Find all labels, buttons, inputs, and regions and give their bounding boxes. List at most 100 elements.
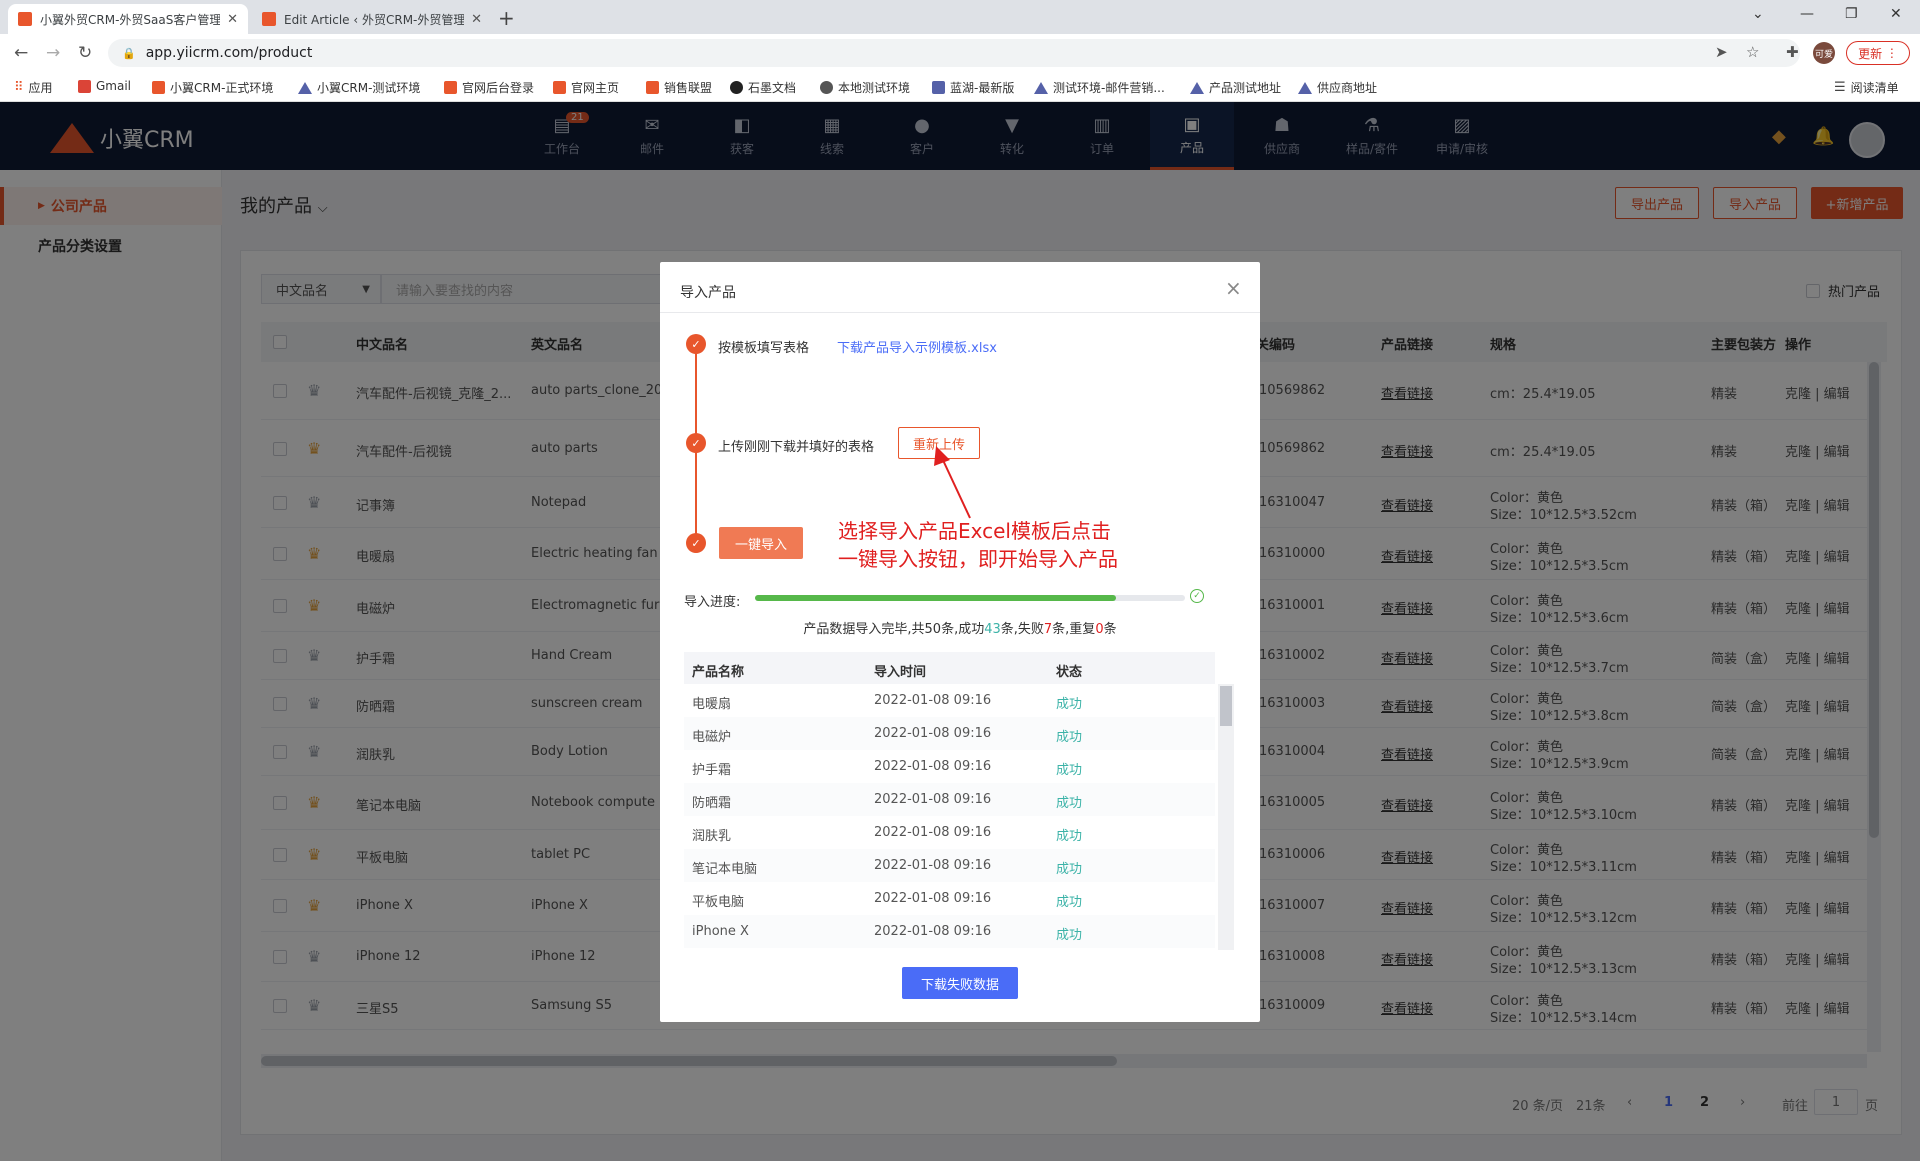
close-icon[interactable]: ✕ <box>471 12 482 27</box>
product-name-cell: iPhone X <box>692 924 749 939</box>
bookmark-item[interactable]: 小翼CRM-正式环境 <box>152 79 273 96</box>
globe-icon <box>820 81 833 94</box>
crm-favicon-icon <box>444 81 457 94</box>
gmail-icon <box>78 79 91 93</box>
bookmark-label: 蓝湖-最新版 <box>950 81 1015 95</box>
bookmark-gmail[interactable]: Gmail <box>78 79 131 93</box>
bookmark-item[interactable]: 销售联盟 <box>646 79 712 96</box>
bookmark-item[interactable]: 官网主页 <box>553 79 619 96</box>
triangle-icon <box>1298 81 1312 94</box>
divider <box>660 312 1260 313</box>
lock-icon: 🔒 <box>122 46 136 60</box>
download-template-link[interactable]: 下载产品导入示例模板.xlsx <box>837 337 997 356</box>
triangle-icon <box>1034 81 1048 94</box>
bookmark-item[interactable]: 测试环境-邮件营销... <box>1034 79 1165 96</box>
restore-icon[interactable]: ❐ <box>1845 6 1858 22</box>
list-item: iPhone X 2022-01-08 09:16 成功 <box>684 915 1215 948</box>
column-header: 产品名称 <box>692 665 745 680</box>
one-click-import-button[interactable]: 一键导入 <box>719 527 803 559</box>
reload-icon[interactable]: ↻ <box>78 43 92 63</box>
extensions-icon[interactable]: ✚ <box>1786 43 1799 61</box>
update-label: 更新 <box>1858 46 1883 61</box>
product-name-cell: 护手霜 <box>692 763 732 778</box>
check-icon: ✓ <box>686 533 706 553</box>
bookmark-item[interactable]: 小翼CRM-测试环境 <box>298 79 420 96</box>
bookmark-item[interactable]: 产品测试地址 <box>1190 79 1281 96</box>
status-badge: 成功 <box>1056 763 1083 778</box>
tab-title: Edit Article ‹ 外贸CRM-外贸管理 <box>284 12 464 27</box>
browser-tab[interactable]: Edit Article ‹ 外贸CRM-外贸管理 ✕ <box>252 4 492 34</box>
import-time-cell: 2022-01-08 09:16 <box>874 792 992 807</box>
bookmark-item[interactable]: 蓝湖-最新版 <box>932 79 1014 96</box>
tab-search-icon[interactable]: ⌄ <box>1752 6 1764 22</box>
step-label: 上传刚刚下载并填好的表格 <box>718 440 875 455</box>
status-badge: 成功 <box>1056 697 1083 712</box>
list-item: 防晒霜 2022-01-08 09:16 成功 <box>684 783 1215 816</box>
product-name-cell: 平板电脑 <box>692 895 745 910</box>
button-label: 下载失败数据 <box>920 977 999 993</box>
close-icon[interactable]: ✕ <box>227 12 238 27</box>
bookmark-label: 石墨文档 <box>748 81 797 95</box>
bookmark-star-icon[interactable]: ☆ <box>1746 43 1759 61</box>
crm-favicon-icon <box>646 81 659 94</box>
update-button[interactable]: 更新 ⋮ <box>1846 41 1910 65</box>
bookmark-label: Gmail <box>96 79 132 93</box>
bookmark-item[interactable]: 石墨文档 <box>730 79 796 96</box>
summary-text: 条,失败 <box>1000 622 1044 637</box>
duplicate-count: 0 <box>1095 622 1104 637</box>
status-badge: 成功 <box>1056 895 1083 910</box>
column-header: 导入时间 <box>874 665 927 680</box>
url-text: app.yiicrm.com/product <box>145 45 313 61</box>
browser-tab[interactable]: 小翼外贸CRM-外贸SaaS客户管理 ✕ <box>8 4 248 34</box>
scrollbar-thumb[interactable] <box>1220 686 1232 726</box>
import-time-cell: 2022-01-08 09:16 <box>874 858 992 873</box>
crm-favicon-icon <box>262 12 276 26</box>
crm-favicon-icon <box>553 81 566 94</box>
send-icon[interactable]: ➤ <box>1715 43 1728 61</box>
list-item: 笔记本电脑 2022-01-08 09:16 成功 <box>684 849 1215 882</box>
bookmark-item[interactable]: 供应商地址 <box>1298 79 1377 96</box>
product-name-cell: 笔记本电脑 <box>692 862 758 877</box>
crm-favicon-icon <box>152 81 165 94</box>
dialog-title: 导入产品 <box>680 285 736 301</box>
minimize-icon[interactable]: — <box>1800 6 1814 22</box>
import-time-cell: 2022-01-08 09:16 <box>874 693 992 708</box>
bookmark-label: 测试环境-邮件营销... <box>1053 81 1165 95</box>
forward-icon[interactable]: → <box>46 43 60 63</box>
bookmark-label: 本地测试环境 <box>838 81 911 95</box>
success-count: 43 <box>984 622 1001 637</box>
reading-list-icon: ☰ <box>1834 80 1846 95</box>
reading-list[interactable]: ☰ 阅读清单 <box>1834 79 1899 96</box>
close-icon[interactable]: × <box>1225 276 1242 300</box>
import-time-cell: 2022-01-08 09:16 <box>874 924 992 939</box>
import-time-cell: 2022-01-08 09:16 <box>874 825 992 840</box>
fail-count: 7 <box>1043 622 1053 637</box>
bookmark-item[interactable]: 本地测试环境 <box>820 79 910 96</box>
bookmark-label: 官网后台登录 <box>462 81 535 95</box>
bookmark-label: 小翼CRM-测试环境 <box>317 81 421 95</box>
window-close-icon[interactable]: ✕ <box>1890 6 1902 22</box>
back-icon[interactable]: ← <box>14 43 28 63</box>
import-time-cell: 2022-01-08 09:16 <box>874 759 992 774</box>
url-field[interactable]: 🔒 app.yiicrm.com/product <box>108 39 1800 67</box>
import-time-cell: 2022-01-08 09:16 <box>874 726 992 741</box>
list-item: 润肤乳 2022-01-08 09:16 成功 <box>684 816 1215 849</box>
triangle-icon <box>1190 81 1204 94</box>
product-name-cell: 电磁炉 <box>692 730 732 745</box>
status-badge: 成功 <box>1056 829 1083 844</box>
crm-favicon-icon <box>18 12 32 26</box>
bookmark-item[interactable]: 官网后台登录 <box>444 79 534 96</box>
summary-text: 产品数据导入完毕,共50条,成功 <box>803 622 985 637</box>
status-badge: 成功 <box>1056 862 1083 877</box>
download-failed-data-button[interactable]: 下载失败数据 <box>902 967 1018 999</box>
annotation-text: 选择导入产品Excel模板后点击 一键导入按钮，即开始导入产品 <box>838 517 1118 573</box>
summary-text: 条 <box>1103 622 1117 637</box>
bookmark-label: 官网主页 <box>571 81 620 95</box>
import-table-scrollbar[interactable] <box>1218 684 1234 950</box>
check-icon: ✓ <box>686 433 706 453</box>
bookmark-label: 小翼CRM-正式环境 <box>170 81 274 95</box>
bookmark-apps[interactable]: ⠿ 应用 <box>14 79 53 96</box>
status-badge: 成功 <box>1056 730 1083 745</box>
new-tab-icon[interactable]: + <box>498 6 515 30</box>
avatar[interactable]: 可爱 <box>1813 42 1835 64</box>
